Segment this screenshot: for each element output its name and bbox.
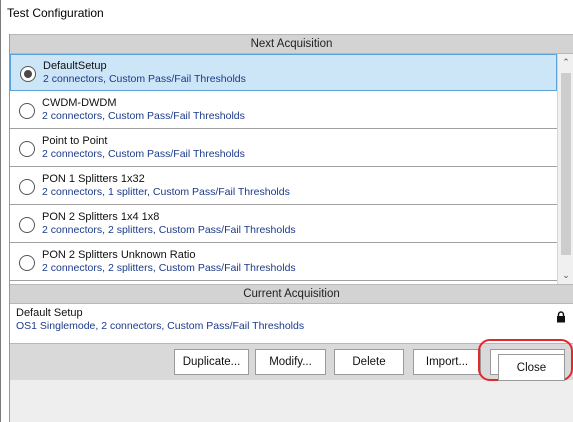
radio-selected-dot	[24, 70, 32, 78]
item-name: PON 1 Splitters 1x32	[42, 173, 145, 185]
list-scrollbar[interactable]: ⌃ ⌄	[557, 54, 573, 284]
list-item-cwdm-dwdm[interactable]: CWDM-DWDM 2 connectors, Custom Pass/Fail…	[10, 92, 557, 129]
lock-icon	[557, 311, 565, 323]
current-acquisition-box: Default Setup OS1 Singlemode, 2 connecto…	[10, 304, 573, 344]
item-description: 2 connectors, Custom Pass/Fail Threshold…	[42, 148, 245, 160]
window-title: Test Configuration	[7, 6, 104, 20]
window-border	[0, 0, 1, 422]
list-item-pon-2-splitters-unknown[interactable]: PON 2 Splitters Unknown Ratio 2 connecto…	[10, 244, 557, 281]
close-button[interactable]: Close	[498, 354, 565, 381]
item-name: PON 2 Splitters Unknown Ratio	[42, 249, 196, 261]
radio-button[interactable]	[19, 217, 35, 233]
current-setup-name: Default Setup	[16, 307, 83, 319]
item-description: 2 connectors, Custom Pass/Fail Threshold…	[42, 110, 245, 122]
scroll-up-icon[interactable]: ⌃	[558, 54, 573, 71]
item-description: 2 connectors, Custom Pass/Fail Threshold…	[43, 73, 246, 85]
list-item-pon-2-splitters-1x4-1x8[interactable]: PON 2 Splitters 1x4 1x8 2 connectors, 2 …	[10, 206, 557, 243]
radio-button[interactable]	[19, 103, 35, 119]
scroll-down-icon[interactable]: ⌄	[558, 267, 573, 284]
import-button[interactable]: Import...	[413, 349, 481, 375]
item-name: Point to Point	[42, 135, 108, 147]
delete-button[interactable]: Delete	[334, 349, 404, 375]
radio-button[interactable]	[19, 179, 35, 195]
radio-button[interactable]	[19, 141, 35, 157]
test-configuration-panel: Next Acquisition DefaultSetup 2 connecto…	[9, 34, 573, 422]
item-name: PON 2 Splitters 1x4 1x8	[42, 211, 160, 223]
modify-button[interactable]: Modify...	[255, 349, 326, 375]
item-description: 2 connectors, 1 splitter, Custom Pass/Fa…	[42, 186, 290, 198]
list-item-point-to-point[interactable]: Point to Point 2 connectors, Custom Pass…	[10, 130, 557, 167]
next-acquisition-header: Next Acquisition	[10, 34, 573, 54]
item-name: CWDM-DWDM	[42, 97, 117, 109]
list-item-defaultsetup[interactable]: DefaultSetup 2 connectors, Custom Pass/F…	[10, 54, 557, 91]
radio-button[interactable]	[20, 66, 36, 82]
scroll-thumb[interactable]	[561, 73, 571, 255]
current-setup-description: OS1 Singlemode, 2 connectors, Custom Pas…	[16, 320, 305, 332]
item-description: 2 connectors, 2 splitters, Custom Pass/F…	[42, 224, 296, 236]
item-name: DefaultSetup	[43, 60, 107, 72]
radio-button[interactable]	[19, 255, 35, 271]
configuration-list: DefaultSetup 2 connectors, Custom Pass/F…	[10, 54, 573, 284]
duplicate-button[interactable]: Duplicate...	[174, 349, 249, 375]
list-item-pon-1-splitters[interactable]: PON 1 Splitters 1x32 2 connectors, 1 spl…	[10, 168, 557, 205]
current-acquisition-header: Current Acquisition	[10, 284, 573, 304]
item-description: 2 connectors, 2 splitters, Custom Pass/F…	[42, 262, 296, 274]
